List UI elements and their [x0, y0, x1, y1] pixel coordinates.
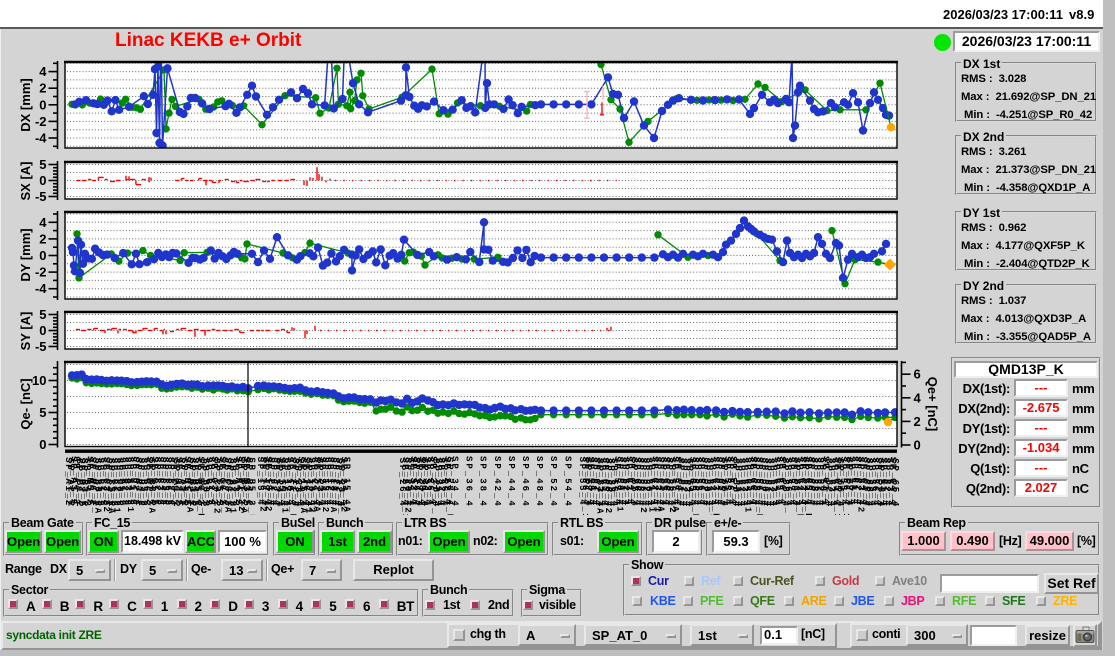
svg-text:SP_44_4: SP_44_4	[506, 456, 516, 508]
svg-text:-2: -2	[35, 265, 47, 280]
svg-text:-5: -5	[35, 189, 47, 204]
svg-text:SP_15_4A: SP_15_4A	[341, 457, 351, 514]
svg-text:5: 5	[39, 157, 46, 172]
svg-text:2: 2	[39, 81, 46, 96]
svg-text:Qe- [nC]: Qe- [nC]	[18, 378, 33, 429]
svg-text:SP_34_4: SP_34_4	[450, 456, 460, 508]
svg-text:4: 4	[39, 64, 47, 79]
svg-text:SY [A]: SY [A]	[18, 312, 33, 351]
svg-text:0: 0	[39, 97, 46, 112]
svg-text:10: 10	[32, 373, 46, 388]
svg-text:SP_52_4: SP_52_4	[548, 456, 558, 508]
svg-text:SX [A]: SX [A]	[18, 162, 33, 201]
svg-text:0: 0	[39, 323, 46, 338]
svg-text:SP_42_4: SP_42_4	[492, 456, 502, 508]
svg-text:-4: -4	[35, 281, 47, 296]
svg-text:SP_54_4: SP_54_4	[562, 456, 572, 508]
svg-text:DX [mm]: DX [mm]	[18, 78, 33, 131]
svg-text:SP_65_4: SP_65_4	[890, 458, 900, 508]
svg-text:SP_46_4: SP_46_4	[520, 456, 530, 508]
svg-text:2: 2	[39, 231, 46, 246]
svg-text:4: 4	[39, 215, 47, 230]
svg-text:SP_36_4: SP_36_4	[464, 456, 474, 508]
svg-text:6: 6	[914, 367, 921, 382]
svg-text:4: 4	[914, 390, 922, 405]
svg-text:5: 5	[39, 405, 46, 420]
svg-text:2: 2	[914, 414, 921, 429]
svg-text:0: 0	[39, 248, 46, 263]
svg-text:-2: -2	[35, 114, 47, 129]
svg-text:5: 5	[39, 307, 46, 322]
svg-text:0: 0	[39, 437, 46, 452]
svg-text:-5: -5	[35, 339, 47, 354]
svg-text:Qe+ [nC]: Qe+ [nC]	[925, 377, 940, 432]
svg-text:0: 0	[914, 438, 921, 453]
svg-text:SP_38_4: SP_38_4	[478, 456, 488, 508]
svg-text:-4: -4	[35, 131, 47, 146]
svg-text:SP_48_4: SP_48_4	[534, 456, 544, 508]
svg-text:0: 0	[39, 173, 46, 188]
svg-text:DY [mm]: DY [mm]	[18, 228, 33, 281]
